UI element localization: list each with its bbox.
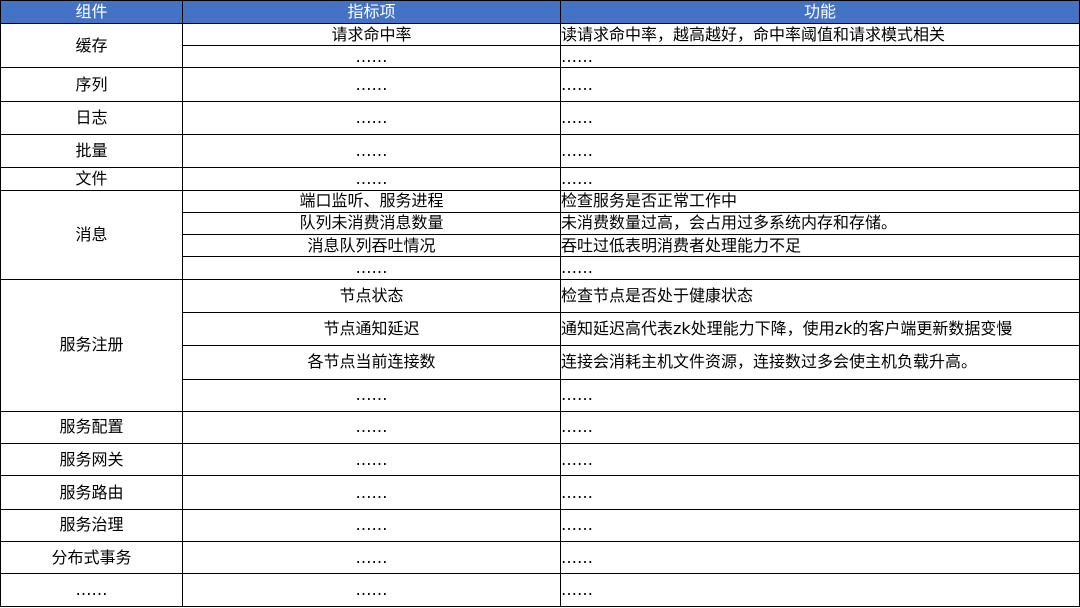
function-cell: 未消费数量过高，会占用过多系统内存和存储。 bbox=[560, 211, 1080, 236]
function-cell: …… bbox=[560, 67, 1080, 102]
component-name-cell: 序列 bbox=[0, 67, 183, 102]
table-row: 缓存 请求命中率 读请求命中率，越高越好，命中率阈值和请求模式相关 bbox=[0, 22, 1080, 69]
metric-cell: …… bbox=[182, 378, 561, 412]
metric-cell: …… bbox=[182, 167, 561, 191]
metric-cell: 端口监听、服务进程 bbox=[182, 189, 561, 213]
metric-cell: …… bbox=[182, 573, 561, 607]
component-metrics-table: 组件 指标项 功能 缓存 请求命中率 读请求命中率，越高越好，命中率阈值和请求模式相… bbox=[0, 0, 1080, 607]
function-cell: …… bbox=[560, 410, 1080, 445]
table-row: 服务注册 节点状态 检查节点是否处于健康状态 bbox=[0, 278, 1080, 412]
table-row: 服务治理………… bbox=[0, 508, 1080, 543]
metric-cell: 节点状态 bbox=[182, 278, 561, 313]
component-name-cell: 批量 bbox=[0, 134, 183, 169]
metric-cell: …… bbox=[182, 443, 561, 477]
component-name-cell: 服务路由 bbox=[0, 475, 183, 510]
function-cell: 吞吐过低表明消费者处理能力不足 bbox=[560, 234, 1080, 258]
function-cell: …… bbox=[560, 134, 1080, 169]
function-cell: …… bbox=[560, 167, 1080, 191]
function-cell: …… bbox=[560, 378, 1080, 412]
component-name-cell: 日志 bbox=[0, 100, 183, 136]
table-row: 消息 端口监听、服务进程 检查服务是否正常工作中 bbox=[0, 189, 1080, 280]
metric-cell: 请求命中率 bbox=[182, 22, 561, 47]
table-row: 批量………… bbox=[0, 134, 1080, 169]
component-name-cell: 服务配置 bbox=[0, 410, 183, 445]
header-component: 组件 bbox=[0, 0, 183, 24]
table-row: ……………… bbox=[0, 573, 1080, 607]
function-cell: 读请求命中率，越高越好，命中率阈值和请求模式相关 bbox=[560, 22, 1080, 47]
function-cell: …… bbox=[560, 475, 1080, 510]
function-cell: …… bbox=[560, 508, 1080, 543]
component-name-cell: 服务网关 bbox=[0, 443, 183, 477]
function-cell: 检查节点是否处于健康状态 bbox=[560, 278, 1080, 313]
function-cell: …… bbox=[560, 100, 1080, 136]
metric-cell: …… bbox=[182, 508, 561, 543]
table-row: 服务网关………… bbox=[0, 443, 1080, 477]
function-cell: 通知延迟高代表zk处理能力下降，使用zk的客户端更新数据变慢 bbox=[560, 311, 1080, 347]
header-function: 功能 bbox=[560, 0, 1080, 24]
metric-cell: …… bbox=[182, 100, 561, 136]
metric-cell: 队列未消费消息数量 bbox=[182, 211, 561, 236]
function-cell: 检查服务是否正常工作中 bbox=[560, 189, 1080, 213]
metric-cell: …… bbox=[182, 67, 561, 102]
metric-cell: …… bbox=[182, 256, 561, 280]
table-row: 日志………… bbox=[0, 100, 1080, 136]
metric-cell: …… bbox=[182, 475, 561, 510]
metric-cell: …… bbox=[182, 45, 561, 69]
header-row: 组件 指标项 功能 bbox=[0, 0, 1080, 24]
component-name-cell: …… bbox=[0, 573, 183, 607]
component-name-cell: 消息 bbox=[0, 189, 183, 280]
function-cell: …… bbox=[560, 443, 1080, 477]
metric-cell: 节点通知延迟 bbox=[182, 311, 561, 347]
table-row: 分布式事务………… bbox=[0, 541, 1080, 575]
function-cell: …… bbox=[560, 541, 1080, 575]
metric-cell: 消息队列吞吐情况 bbox=[182, 234, 561, 258]
function-cell: …… bbox=[560, 256, 1080, 280]
component-name-cell: 服务治理 bbox=[0, 508, 183, 543]
component-name-cell: 分布式事务 bbox=[0, 541, 183, 575]
function-cell: 连接会消耗主机文件资源，连接数过多会使主机负载升高。 bbox=[560, 345, 1080, 380]
component-name-cell: 服务注册 bbox=[0, 278, 183, 412]
function-cell: …… bbox=[560, 45, 1080, 69]
function-cell: …… bbox=[560, 573, 1080, 607]
metric-cell: …… bbox=[182, 410, 561, 445]
component-name-cell: 缓存 bbox=[0, 22, 183, 69]
table-row: 服务路由………… bbox=[0, 475, 1080, 510]
metric-cell: …… bbox=[182, 541, 561, 575]
table-row: 文件………… bbox=[0, 167, 1080, 191]
table-row: 服务配置………… bbox=[0, 410, 1080, 445]
header-metric: 指标项 bbox=[182, 0, 561, 24]
metric-cell: …… bbox=[182, 134, 561, 169]
component-name-cell: 文件 bbox=[0, 167, 183, 191]
table-row: 序列………… bbox=[0, 67, 1080, 102]
metric-cell: 各节点当前连接数 bbox=[182, 345, 561, 380]
